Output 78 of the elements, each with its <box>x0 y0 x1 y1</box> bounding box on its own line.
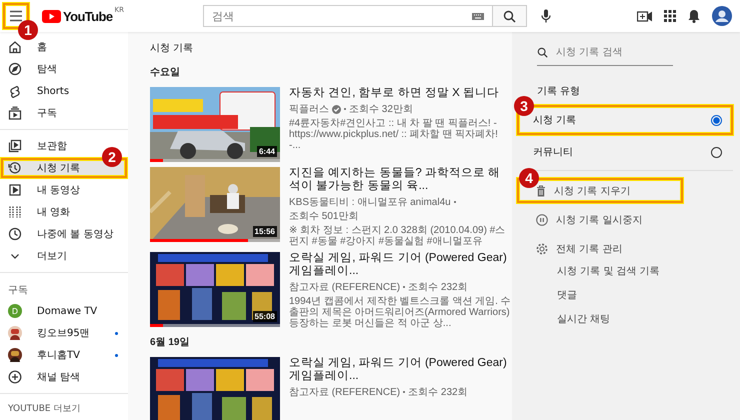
bell-icon[interactable] <box>688 9 700 23</box>
video-title[interactable]: 지진을 예지하는 동물들? 과학적으로 해석이 불가능한 동물의 육... <box>289 167 511 193</box>
play-logo-icon <box>42 10 61 22</box>
view-count: 조회수 232회 <box>408 281 468 294</box>
channel-item[interactable]: 후니홈TV <box>0 344 128 366</box>
apps-grid-icon[interactable] <box>664 10 676 22</box>
sidebar-item[interactable]: 내 동영상 <box>0 179 128 201</box>
radio-button[interactable] <box>711 114 722 126</box>
sidebar-item[interactable]: 더보기 <box>0 245 128 267</box>
sidebar-item[interactable]: Shorts <box>0 80 128 102</box>
separator-dot <box>403 286 406 288</box>
channel-name[interactable]: 픽플러스 <box>289 102 329 116</box>
history-link[interactable]: 댓글 <box>557 288 734 302</box>
library-icon <box>8 139 22 153</box>
microphone-icon[interactable] <box>541 9 551 23</box>
channel-item[interactable]: D Domawe TV <box>0 300 128 322</box>
channel-name[interactable]: KBS동물티비 : 애니멀포유 animal4u <box>289 195 451 209</box>
callout-badge: 3 <box>514 96 534 116</box>
video-title[interactable]: 오락실 게임, 파워드 기어 (Powered Gear) 게임플레이... <box>289 252 511 278</box>
view-count: 조회수 501만회 <box>289 210 358 223</box>
search-icon <box>503 10 516 22</box>
history-icon <box>8 161 22 175</box>
browse-channels-item[interactable]: 채널 탐색 <box>0 366 128 388</box>
history-link[interactable]: 시청 기록 및 검색 기록 <box>557 264 734 278</box>
clock-icon <box>8 227 22 241</box>
view-count: 조회수 232회 <box>408 386 468 399</box>
shorts-icon <box>8 84 22 98</box>
plus-circle-icon <box>8 370 22 384</box>
keyboard-icon <box>472 12 484 20</box>
channel-name[interactable]: 참고자료 (REFERENCE) <box>289 280 400 294</box>
radio-button[interactable] <box>711 146 722 158</box>
sidebar-item[interactable]: 내 영화 <box>0 201 128 223</box>
callout-badge: 1 <box>18 20 38 40</box>
video-description: #4륜자동차#견인사고 :: 내 차 팔 땐 픽플러스! - https://www.pickplus.net/ :: 폐차할 땐 픽자폐차! -... <box>289 118 499 151</box>
section-heading: 기록 유형 <box>537 85 582 98</box>
duration-label: 55:08 <box>252 311 277 322</box>
separator-dot <box>454 201 456 203</box>
video-camera-icon[interactable] <box>637 10 652 22</box>
sidebar-item[interactable]: 구독 <box>0 102 128 124</box>
sidebar-item[interactable]: 탐색 <box>0 58 128 80</box>
callout-badge: 4 <box>519 168 539 188</box>
channel-avatar: D <box>8 304 22 318</box>
trash-icon <box>536 184 546 196</box>
callout-badge: 2 <box>102 147 122 167</box>
separator-dot <box>403 391 406 393</box>
duration-label: 15:56 <box>252 226 277 237</box>
channel-name[interactable]: 참고자료 (REFERENCE) <box>289 385 400 399</box>
history-action-button[interactable]: 시청 기록 일시중지 <box>516 206 684 233</box>
section-heading: YOUTUBE 더보기 <box>7 403 82 416</box>
sidebar-item[interactable]: 나중에 볼 동영상 <box>0 223 128 245</box>
play-icon <box>8 183 22 197</box>
separator-dot <box>344 108 346 110</box>
date-heading: 6월 19일 <box>150 336 190 349</box>
history-search-bar[interactable]: 시청 기록 검색 <box>537 42 673 66</box>
history-action-button[interactable]: 전체 기록 관리 <box>516 235 684 262</box>
compass-icon <box>8 62 22 76</box>
settings-icon <box>536 242 548 254</box>
logo-text: YouTube <box>63 8 112 24</box>
history-type-option[interactable]: 커뮤니티 <box>516 136 734 168</box>
channel-item[interactable]: 킹오브95맨 <box>0 322 128 344</box>
search-icon <box>537 47 548 58</box>
history-link[interactable]: 실시간 채팅 <box>557 312 734 326</box>
video-title[interactable]: 자동차 견인, 함부로 하면 정말 X 됩니다 <box>289 87 511 100</box>
pause-circle-icon <box>536 214 548 226</box>
date-heading: 수요일 <box>150 66 181 79</box>
video-description: ※ 회차 정보 : 스펀지 2.0 328회 (2010.04.09) #스펀지 #동물 #강아지 #동물실험 #애니멀포유 <box>289 225 506 247</box>
video-title[interactable]: 오락실 게임, 파워드 기어 (Powered Gear) 게임플레이... <box>289 357 511 383</box>
section-heading: 구독 <box>7 284 29 298</box>
search-button[interactable] <box>493 5 527 27</box>
video-description: 1994년 캡콤에서 제작한 벨트스크롤 액션 게임. 수출판의 제목은 아머드워리어즈(Armored Warriors) 등장하는 로봇 머신들은 적 아군 상... <box>289 296 511 329</box>
home-icon <box>8 40 22 54</box>
history-search-field[interactable]: 시청 기록 검색 <box>554 46 673 59</box>
view-count: 조회수 32만회 <box>349 103 413 116</box>
subs-icon <box>8 106 22 120</box>
page-title: 시청 기록 <box>150 42 194 55</box>
avatar-icon[interactable] <box>712 6 732 26</box>
duration-label: 6:44 <box>256 146 277 157</box>
menu-icon <box>9 10 23 22</box>
